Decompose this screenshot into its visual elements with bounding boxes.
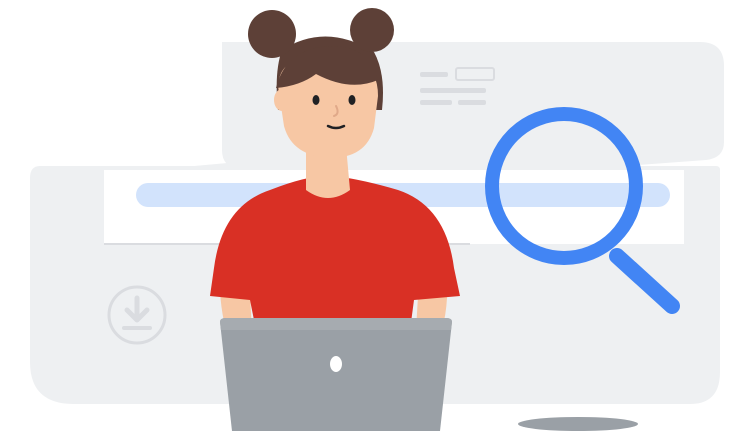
illustration-canvas: [30, 8, 724, 431]
laptop-logo-icon: [330, 356, 342, 372]
laptop-lid: [220, 318, 452, 431]
person-eye-right: [348, 95, 356, 105]
wireframe-line: [420, 88, 486, 93]
person-hair-bun-right: [350, 8, 394, 52]
person-eye-left: [312, 95, 320, 105]
wireframe-line: [458, 100, 486, 105]
person-hair-bun-left: [248, 10, 296, 58]
laptop: [220, 318, 452, 431]
person-ear: [274, 89, 290, 111]
wireframe-line: [420, 72, 448, 77]
wireframe-line: [420, 100, 452, 105]
floor-shadow: [518, 417, 638, 431]
laptop-lid-edge: [220, 318, 452, 330]
download-icon: [107, 285, 167, 345]
illustration-stage: [0, 0, 733, 431]
